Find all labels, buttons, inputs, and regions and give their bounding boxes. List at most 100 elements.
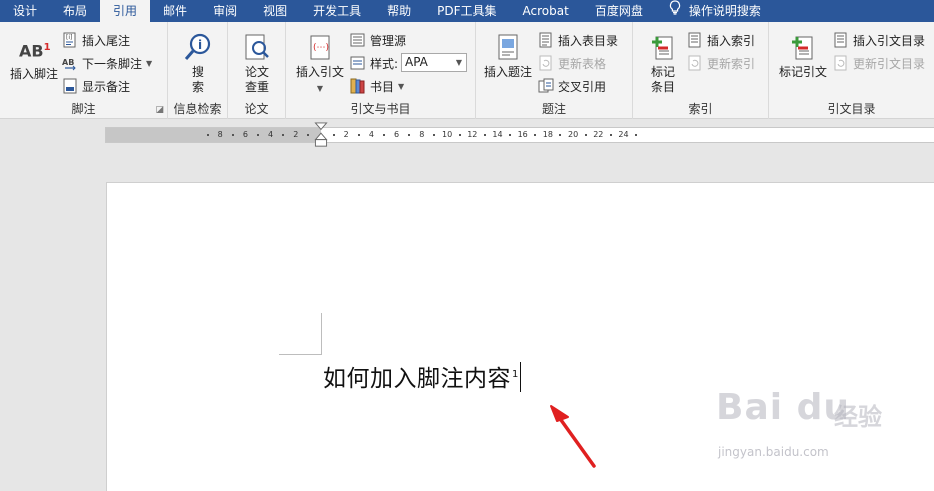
search-label-line2: 索	[191, 80, 204, 94]
cross-reference-icon	[538, 78, 554, 94]
group-label-research: 信息检索	[173, 102, 222, 116]
group-footnotes: AB1 插入脚注 [i] 插入尾注 AB 下一条脚注 ▼ 显示备注 脚注 ◪	[0, 22, 168, 119]
paper-check-label-line1: 论文	[244, 65, 269, 79]
ruler-tick-mark	[483, 134, 486, 136]
group-citations: (⋯) 插入引文 ▼ 管理源 样式: APA ▼ 书目 ▼ 引文与书目	[286, 22, 476, 119]
ruler-tick-label: 18	[542, 130, 553, 139]
chevron-down-icon[interactable]: ▼	[146, 59, 152, 68]
indent-marker-icon[interactable]	[314, 122, 328, 148]
manage-sources-button[interactable]: 管理源	[350, 30, 406, 50]
chevron-down-icon[interactable]: ▼	[456, 54, 462, 71]
insert-caption-button[interactable]: 插入题注	[482, 32, 534, 80]
insert-index-label: 插入索引	[707, 33, 756, 48]
ruler-tick-label: 16	[517, 130, 528, 139]
tab-developer[interactable]: 开发工具	[300, 0, 374, 22]
insert-toa-button[interactable]: 插入引文目录	[833, 30, 925, 50]
mark-citation-button[interactable]: 标记引文	[775, 32, 831, 80]
tab-layout[interactable]: 布局	[50, 0, 100, 22]
update-toa-label: 更新引文目录	[853, 56, 926, 71]
search-info-icon: i	[183, 32, 213, 62]
mark-entry-button[interactable]: 标记 条目	[643, 32, 683, 95]
watermark-brand: Bai du	[716, 387, 851, 428]
chevron-down-icon[interactable]: ▼	[398, 82, 404, 91]
mark-citation-label: 标记引文	[778, 65, 827, 79]
insert-toa-label: 插入引文目录	[853, 33, 926, 48]
show-notes-button[interactable]: 显示备注	[62, 76, 130, 96]
bibliography-button[interactable]: 书目 ▼	[350, 76, 404, 96]
style-value: APA	[405, 55, 428, 69]
ruler-tick-label: 4	[268, 130, 274, 139]
ruler-tick-label: 24	[618, 130, 629, 139]
group-index: 标记 条目 插入索引 更新索引 索引	[633, 22, 769, 119]
ruler-tick-label: 20	[568, 130, 579, 139]
group-label-citations: 引文与书目	[350, 102, 411, 116]
tell-me-search[interactable]: 操作说明搜索	[656, 0, 774, 22]
insert-citation-button[interactable]: (⋯) 插入引文 ▼	[294, 32, 346, 94]
tab-review[interactable]: 审阅	[200, 0, 250, 22]
ruler-tick-mark	[408, 134, 411, 136]
mark-entry-icon	[648, 32, 678, 62]
insert-toa-icon	[833, 32, 849, 48]
tab-mailings[interactable]: 邮件	[150, 0, 200, 22]
next-footnote-button[interactable]: AB 下一条脚注 ▼	[62, 53, 152, 73]
insert-footnote-label: 插入脚注	[9, 67, 58, 81]
ruler-tick-mark	[282, 134, 285, 136]
paper-check-label-line2: 查重	[244, 80, 269, 94]
insert-table-of-figures-label: 插入表目录	[558, 33, 619, 48]
horizontal-ruler[interactable]: 8 6 4 2 2 4 6 8 10 12 14 16 18 20 22 24	[105, 127, 934, 143]
tab-design[interactable]: 设计	[0, 0, 50, 22]
group-paper: 论文 查重 论文	[228, 22, 286, 119]
paper-check-button[interactable]: 论文 查重	[238, 32, 276, 95]
cross-reference-label: 交叉引用	[558, 79, 607, 94]
ruler-area: 8 6 4 2 2 4 6 8 10 12 14 16 18 20 22 24	[0, 119, 934, 151]
ruler-tick-label: 22	[593, 130, 604, 139]
update-index-button[interactable]: 更新索引	[687, 53, 755, 73]
cross-reference-button[interactable]: 交叉引用	[538, 76, 606, 96]
bibliography-label: 书目	[370, 79, 395, 94]
ruler-tick-label: 6	[242, 130, 248, 139]
table-of-figures-icon	[538, 32, 554, 48]
ruler-tick-mark	[559, 134, 562, 136]
dialog-launcher-icon[interactable]: ◪	[155, 105, 164, 115]
svg-text:(⋯): (⋯)	[313, 43, 329, 53]
tab-baidu-netdisk[interactable]: 百度网盘	[582, 0, 656, 22]
tab-help[interactable]: 帮助	[374, 0, 424, 22]
chevron-down-icon[interactable]: ▼	[317, 84, 323, 93]
group-research: i 搜 索 信息检索	[168, 22, 228, 119]
update-table-icon	[538, 55, 554, 71]
next-footnote-icon: AB	[62, 55, 78, 71]
ruler-tick-mark	[458, 134, 461, 136]
insert-endnote-label: 插入尾注	[82, 33, 131, 48]
style-icon	[350, 55, 366, 71]
search-button[interactable]: i 搜 索	[180, 32, 216, 95]
insert-table-of-figures-button[interactable]: 插入表目录	[538, 30, 618, 50]
ribbon-tab-bar: 设计 布局 引用 邮件 审阅 视图 开发工具 帮助 PDF工具集 Acrobat…	[0, 0, 934, 22]
ruler-tick-mark	[509, 134, 511, 136]
insert-index-button[interactable]: 插入索引	[687, 30, 755, 50]
insert-footnote-button[interactable]: AB1 插入脚注	[6, 34, 62, 82]
style-dropdown[interactable]: APA ▼	[401, 53, 467, 72]
update-index-label: 更新索引	[707, 56, 756, 71]
document-area[interactable]: 如何加入脚注内容1 Bai du 经验 jingyan.baidu.com	[0, 151, 934, 491]
mark-entry-label-line2: 条目	[650, 80, 675, 94]
svg-text:[i]: [i]	[66, 34, 72, 41]
tab-acrobat[interactable]: Acrobat	[510, 0, 582, 22]
tab-references[interactable]: 引用	[100, 0, 151, 22]
show-notes-icon	[62, 78, 78, 94]
svg-text:i: i	[198, 38, 202, 52]
insert-citation-icon: (⋯)	[305, 32, 335, 62]
ruler-tick-mark	[534, 134, 537, 136]
style-label: 样式:	[370, 56, 399, 71]
insert-citation-label: 插入引文	[295, 65, 344, 79]
update-table-button[interactable]: 更新表格	[538, 53, 606, 73]
insert-endnote-button[interactable]: [i] 插入尾注	[62, 30, 130, 50]
update-toa-icon	[833, 55, 849, 71]
ruler-tick-mark	[307, 134, 310, 136]
show-notes-label: 显示备注	[82, 79, 131, 94]
update-toa-button[interactable]: 更新引文目录	[833, 53, 925, 73]
insert-endnote-icon: [i]	[62, 32, 78, 48]
tab-view[interactable]: 视图	[250, 0, 300, 22]
style-selector: 样式:	[350, 53, 398, 73]
ruler-tick-mark	[257, 134, 259, 136]
tab-pdf-tools[interactable]: PDF工具集	[424, 0, 509, 22]
